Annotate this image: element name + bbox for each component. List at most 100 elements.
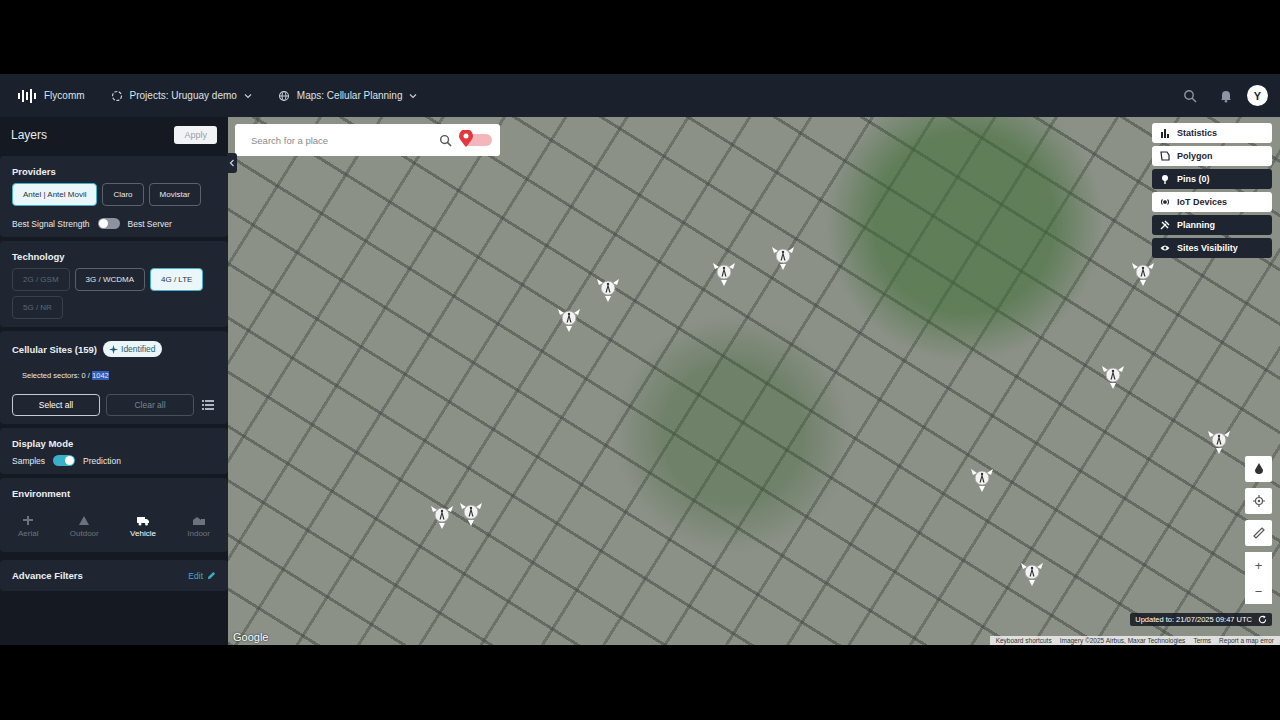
- section-title: Technology: [12, 251, 216, 262]
- cell-site-marker[interactable]: [1015, 557, 1049, 587]
- locate-button[interactable]: [1245, 488, 1272, 514]
- section-title: Display Mode: [12, 438, 216, 449]
- compass-button[interactable]: [1245, 456, 1272, 482]
- technology-button[interactable]: 5G / NR: [12, 296, 63, 319]
- compass-icon: [1254, 463, 1264, 475]
- brand[interactable]: Flycomm: [18, 89, 85, 103]
- server-toggle[interactable]: [98, 218, 120, 229]
- plan-icon: [1160, 220, 1170, 230]
- toggle-right-label: Prediction: [83, 456, 121, 466]
- provider-button[interactable]: Antel | Antel Movil: [12, 183, 97, 206]
- environment-label: Indoor: [187, 529, 210, 538]
- cell-site-marker[interactable]: [766, 241, 800, 271]
- aerial-icon: [22, 515, 34, 526]
- edit-filters-button[interactable]: Edit: [188, 571, 216, 581]
- pencil-icon: [207, 571, 216, 580]
- cell-tower-icon: [1015, 557, 1049, 587]
- crosshair-icon: [1253, 495, 1265, 507]
- environment-option[interactable]: Outdoor: [70, 515, 99, 538]
- sparkle-icon: [109, 345, 118, 354]
- attribution-link[interactable]: Terms: [1193, 637, 1211, 644]
- main-area: LayersApplyProvidersAntel | Antel MovilC…: [0, 117, 1280, 645]
- flycomm-logo-icon: [18, 89, 36, 103]
- cell-site-marker[interactable]: [1096, 360, 1130, 390]
- project-selector[interactable]: Projects: Uruguay demo: [111, 90, 252, 102]
- refresh-icon[interactable]: [1258, 615, 1267, 624]
- environment-option[interactable]: Vehicle: [130, 515, 156, 538]
- provider-button[interactable]: Claro: [102, 183, 143, 206]
- cell-site-marker[interactable]: [1126, 257, 1160, 287]
- letterbox-top: [0, 0, 1280, 74]
- map-tool-button[interactable]: Statistics: [1152, 123, 1272, 143]
- cell-tower-icon: [1126, 257, 1160, 287]
- attribution-link[interactable]: Report a map error: [1219, 637, 1274, 644]
- attribution-link[interactable]: Keyboard shortcuts: [996, 637, 1052, 644]
- cell-site-marker[interactable]: [552, 303, 586, 333]
- cell-site-marker[interactable]: [591, 273, 625, 303]
- chevron-left-icon: [229, 159, 235, 167]
- environment-label: Aerial: [18, 529, 38, 538]
- map-tool-button[interactable]: Sites Visibility: [1152, 238, 1272, 258]
- display-mode-toggle[interactable]: [53, 455, 75, 466]
- pin-toggle[interactable]: [462, 134, 492, 146]
- collapse-panel-button[interactable]: [227, 153, 237, 173]
- map-tool-button[interactable]: Polygon: [1152, 146, 1272, 166]
- cell-site-marker[interactable]: [707, 257, 741, 287]
- identified-badge[interactable]: Identified: [103, 341, 162, 357]
- list-icon[interactable]: [202, 400, 214, 410]
- technology-button[interactable]: 2G / GSM: [12, 268, 70, 291]
- cell-site-marker[interactable]: [454, 497, 488, 527]
- map-label: Maps: Cellular Planning: [297, 90, 403, 101]
- map-selector[interactable]: Maps: Cellular Planning: [278, 90, 418, 102]
- cell-tower-icon: [965, 463, 999, 493]
- search-icon[interactable]: [1183, 89, 1197, 103]
- section-title: Providers: [12, 166, 216, 177]
- ruler-icon: [1253, 527, 1265, 539]
- map-tool-button[interactable]: Planning: [1152, 215, 1272, 235]
- vehicle-icon: [137, 515, 149, 526]
- letterbox-bottom: [0, 645, 1280, 720]
- providers-section: Providers Antel | Antel MovilClaro Movista…: [0, 156, 228, 237]
- select-all-button[interactable]: Select all: [12, 394, 100, 416]
- layers-title: Layers: [11, 128, 47, 142]
- search-input[interactable]: [249, 134, 429, 147]
- app-name: Flycomm: [44, 90, 85, 101]
- map-tool-button[interactable]: Pins (0): [1152, 169, 1272, 189]
- measure-button[interactable]: [1245, 520, 1272, 546]
- outdoor-icon: [78, 515, 90, 526]
- clear-all-button[interactable]: Clear all: [106, 394, 194, 416]
- advance-filters-section: Advance Filters Edit: [0, 560, 228, 591]
- location-pin-icon: [458, 130, 474, 148]
- map-controls: +−: [1245, 456, 1272, 604]
- section-title: Advance Filters: [12, 570, 83, 581]
- search-icon[interactable]: [439, 134, 452, 147]
- environment-section: Environment Aerial Outdoor Vehicle Indoor: [0, 478, 228, 552]
- environment-option[interactable]: Indoor: [187, 515, 210, 538]
- map-attribution: Keyboard shortcuts Imagery ©2025 Airbus, …: [990, 636, 1280, 645]
- technology-button[interactable]: 4G / LTE: [150, 268, 203, 291]
- apply-button[interactable]: Apply: [174, 126, 217, 144]
- zoom-in-button[interactable]: +: [1245, 552, 1272, 578]
- attribution-link[interactable]: Imagery ©2025 Airbus, Maxar Technologies: [1060, 637, 1186, 644]
- user-avatar[interactable]: Y: [1247, 85, 1268, 106]
- signal-toggle-row: Best Signal StrengthBest Server: [12, 218, 216, 229]
- cell-site-marker[interactable]: [1202, 425, 1236, 455]
- provider-button[interactable]: Movistar: [149, 183, 201, 206]
- bars-icon: [1160, 128, 1170, 138]
- google-logo: Google: [233, 631, 268, 643]
- cell-site-marker[interactable]: [425, 500, 459, 530]
- technology-button[interactable]: 3G / WCDMA: [75, 268, 145, 291]
- toggle-left-label: Samples: [12, 456, 45, 466]
- zoom-out-button[interactable]: −: [1245, 578, 1272, 604]
- cell-tower-icon: [454, 497, 488, 527]
- toggle-left-label: Best Signal Strength: [12, 219, 90, 229]
- cell-tower-icon: [766, 241, 800, 271]
- cell-tower-icon: [552, 303, 586, 333]
- map-view[interactable]: Statistics Polygon Pins (0) IoT Devices Plan…: [228, 117, 1280, 645]
- map-tool-button[interactable]: IoT Devices: [1152, 192, 1272, 212]
- environment-option[interactable]: Aerial: [18, 515, 38, 538]
- cell-site-marker[interactable]: [965, 463, 999, 493]
- section-title: Environment: [12, 488, 216, 499]
- cell-tower-icon: [1202, 425, 1236, 455]
- bell-icon[interactable]: [1219, 89, 1233, 103]
